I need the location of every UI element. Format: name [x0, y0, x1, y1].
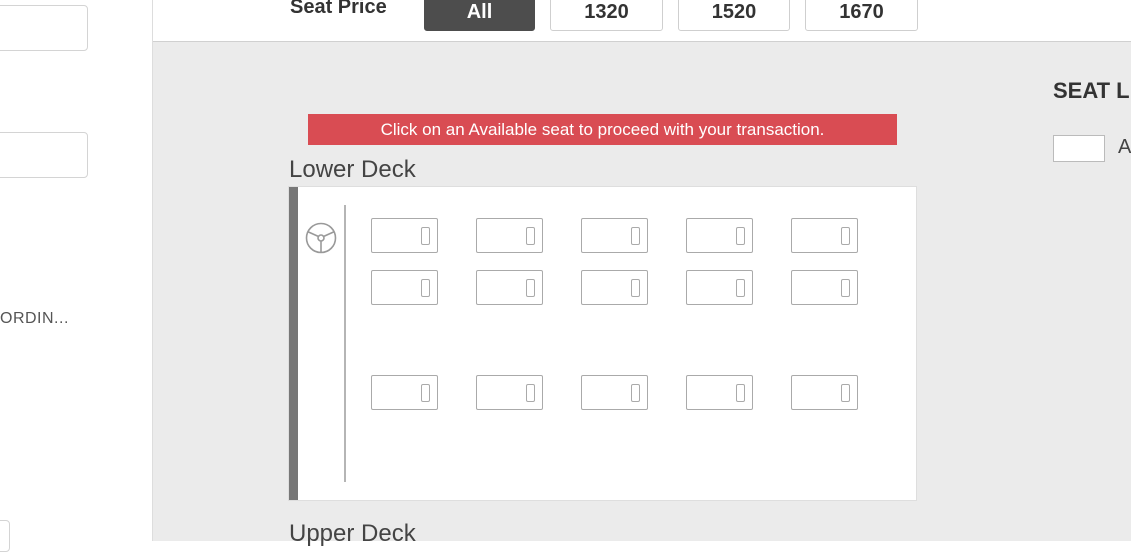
sleeper-seat[interactable] — [791, 270, 858, 305]
sleeper-seat[interactable] — [686, 375, 753, 410]
upper-deck-title: Upper Deck — [289, 520, 416, 547]
sleeper-seat[interactable] — [686, 218, 753, 253]
seat-pillow-icon — [841, 384, 850, 402]
seat-pillow-icon — [841, 227, 850, 245]
price-filter-all[interactable]: All — [424, 0, 535, 31]
seat-pillow-icon — [736, 227, 745, 245]
price-filter-1320[interactable]: 1320 — [550, 0, 663, 31]
seat-pillow-icon — [736, 279, 745, 297]
sleeper-seat[interactable] — [791, 375, 858, 410]
seat-pillow-icon — [631, 384, 640, 402]
driver-cabin-divider — [344, 205, 346, 482]
seat-layout-area: Click on an Available seat to proceed wi… — [153, 42, 1131, 547]
sleeper-seat[interactable] — [476, 375, 543, 410]
lower-deck-title: Lower Deck — [289, 156, 416, 183]
legend-available-label: A — [1118, 136, 1131, 158]
seat-pillow-icon — [736, 384, 745, 402]
price-filter-1520[interactable]: 1520 — [678, 0, 790, 31]
boarding-point-text[interactable]: ORDIN... — [0, 310, 69, 328]
filter-checkbox[interactable] — [0, 520, 10, 552]
deck-edge-bar — [289, 187, 298, 500]
sleeper-seat[interactable] — [476, 218, 543, 253]
seat-pillow-icon — [421, 279, 430, 297]
seat-pillow-icon — [841, 279, 850, 297]
seat-pillow-icon — [421, 227, 430, 245]
instruction-banner: Click on an Available seat to proceed wi… — [308, 114, 897, 145]
sleeper-seat[interactable] — [581, 218, 648, 253]
seat-pillow-icon — [631, 227, 640, 245]
seat-pillow-icon — [631, 279, 640, 297]
sleeper-seat[interactable] — [476, 270, 543, 305]
sleeper-seat[interactable] — [581, 270, 648, 305]
price-filter-1670[interactable]: 1670 — [805, 0, 918, 31]
seat-pillow-icon — [526, 227, 535, 245]
seat-price-filter-bar: Seat Price All 1320 1520 1670 — [153, 0, 1131, 42]
filter-input-2[interactable] — [0, 132, 88, 178]
left-filter-panel: ORDIN... — [0, 0, 153, 552]
sleeper-seat[interactable] — [371, 270, 438, 305]
seat-legend-title: SEAT L — [1053, 78, 1130, 103]
seat-price-label: Seat Price — [290, 0, 387, 18]
steering-wheel-icon — [305, 222, 337, 254]
sleeper-seat[interactable] — [791, 218, 858, 253]
sleeper-seat[interactable] — [371, 375, 438, 410]
seat-pillow-icon — [526, 279, 535, 297]
lower-deck-layout — [288, 186, 917, 501]
sleeper-seat[interactable] — [686, 270, 753, 305]
sleeper-seat[interactable] — [581, 375, 648, 410]
sleeper-seat[interactable] — [371, 218, 438, 253]
filter-input-1[interactable] — [0, 5, 88, 51]
seat-pillow-icon — [526, 384, 535, 402]
seat-pillow-icon — [421, 384, 430, 402]
legend-available-swatch — [1053, 135, 1105, 162]
